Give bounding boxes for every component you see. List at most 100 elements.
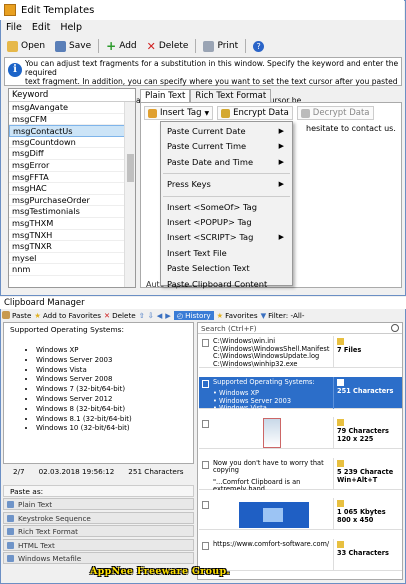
toolbar-separator	[245, 39, 247, 53]
tab-rich-text-format[interactable]: Rich Text Format	[190, 89, 272, 102]
arrow-down-icon: ⇩	[147, 310, 154, 320]
info-icon: i	[8, 63, 22, 77]
history-item-info-text: 120 x 225	[337, 435, 374, 443]
paste-format-option[interactable]: HTML Text	[3, 538, 194, 551]
keyword-row[interactable]: msgTestimonials	[9, 206, 125, 218]
keyword-row[interactable]: msgTNXH	[9, 230, 125, 242]
menu-item-label: Paste Selection Text	[167, 263, 250, 274]
favorites-button[interactable]: ★ Favorites	[217, 311, 258, 320]
main-toolbar: Open Save + Add ✕ Delete Print ?	[0, 36, 404, 56]
history-item-info: 1 065 Kbytes 800 x 450	[333, 498, 402, 530]
encrypt-data-button[interactable]: Encrypt Data	[217, 106, 293, 120]
search-input[interactable]: Search (Ctrl+F)	[198, 323, 402, 334]
editor-toolbar: Insert Tag ▼ Encrypt Data Decrypt Data	[144, 106, 374, 120]
search-icon	[391, 324, 399, 332]
context-menu-item[interactable]: Insert Text File	[161, 246, 292, 261]
nav-forward-button[interactable]: ▶	[165, 311, 171, 320]
keyword-list[interactable]: Keyword msgAvangate msgCFM msgContactUs msg…	[8, 88, 136, 288]
unlock-icon	[300, 108, 310, 118]
context-menu-item[interactable]: Insert <SCRIPT> Tag ▶	[161, 230, 292, 245]
history-item-info: 5 239 Characte Win+Alt+T	[333, 457, 402, 490]
keyword-row[interactable]: msgTNXR	[9, 241, 125, 253]
keyword-scrollbar[interactable]	[124, 102, 135, 287]
keyword-row[interactable]: msgHAC	[9, 183, 125, 195]
menu-file[interactable]: File	[6, 22, 22, 33]
help-button[interactable]: ?	[250, 40, 267, 52]
print-button[interactable]: Print	[200, 40, 241, 52]
history-item-info-text: 1 065 Kbytes	[337, 508, 386, 516]
keyword-column-header[interactable]: Keyword	[9, 89, 135, 102]
history-item-info-text: 251 Characters	[337, 386, 394, 395]
format-icon	[7, 541, 14, 549]
paste-format-option[interactable]: Rich Text Format	[3, 525, 194, 537]
move-down-button[interactable]: ⇩	[148, 311, 154, 320]
keyword-row[interactable]: msgCFM	[9, 114, 125, 126]
history-item-info: 7 Files	[333, 336, 402, 368]
keyword-row[interactable]: msgFFTA	[9, 172, 125, 184]
menu-item-label: Paste Date and Time	[167, 156, 254, 167]
window-title: Edit Templates	[21, 4, 95, 16]
printer-icon	[203, 40, 215, 52]
keyword-row[interactable]: nnm	[9, 264, 125, 276]
keyword-row[interactable]: mysel	[9, 253, 125, 265]
paste-as-label: Paste as:	[3, 485, 194, 497]
scrollbar-thumb[interactable]	[127, 154, 134, 182]
preview-list-item: Windows 8.1 (32-bit/64-bit)	[36, 415, 187, 425]
history-button[interactable]: ◴ History	[173, 310, 214, 320]
filter-icon: ▼	[260, 310, 267, 320]
history-item[interactable]: Now you don't have to worry that copying…	[199, 457, 402, 490]
context-menu-item[interactable]: Paste Current Time ▶	[161, 139, 292, 154]
save-button[interactable]: Save	[52, 40, 94, 52]
keyword-row[interactable]: msgDiff	[9, 148, 125, 160]
history-item-preview: Supported Operating Systems: • Windows XP…	[199, 377, 332, 409]
open-button[interactable]: Open	[4, 40, 48, 52]
keyword-row[interactable]: msgTHXM	[9, 218, 125, 230]
watermark-text: AppNee Freeware Group.	[90, 566, 231, 577]
decrypt-data-button[interactable]: Decrypt Data	[296, 106, 374, 120]
toolbar-separator	[98, 39, 100, 53]
paste-button[interactable]: Paste	[2, 311, 31, 320]
nav-back-button[interactable]: ◀	[157, 311, 163, 320]
keyword-row[interactable]: msgCountdown	[9, 137, 125, 149]
delete-icon: ✕	[146, 39, 156, 53]
help-icon: ?	[253, 40, 265, 52]
context-menu-item[interactable]: Paste Selection Text	[161, 261, 292, 276]
keyword-row[interactable]: msgAvangate	[9, 102, 125, 114]
format-label: Keystroke Sequence	[18, 513, 91, 523]
move-up-button[interactable]: ⇧	[139, 311, 145, 320]
preview-list-item: Windows Vista	[36, 366, 187, 376]
history-item[interactable]: Supported Operating Systems: • Windows XP…	[199, 376, 402, 409]
context-menu-item[interactable]: Paste Date and Time ▶	[161, 155, 292, 170]
paste-format-option[interactable]: Plain Text	[3, 498, 194, 510]
history-item[interactable]: 1 065 Kbytes 800 x 450	[199, 498, 402, 530]
delete-button[interactable]: ✕ Delete	[144, 40, 192, 53]
context-menu-item[interactable]: Insert <POPUP> Tag	[161, 215, 292, 230]
clip-char-count: 251 Characters	[128, 467, 184, 476]
info-text-line: You can adjust text fragments for a subs…	[25, 59, 399, 78]
history-item-info: 33 Characters	[333, 538, 402, 571]
add-to-favorites-button[interactable]: ★ Add to Favorites	[34, 311, 101, 320]
history-item-preview: Now you don't have to worry that copying…	[199, 458, 332, 490]
menu-edit[interactable]: Edit	[32, 22, 50, 33]
insert-tag-button[interactable]: Insert Tag ▼	[144, 106, 214, 120]
menu-help[interactable]: Help	[60, 22, 82, 33]
paste-format-option[interactable]: Windows Metafile	[3, 552, 194, 564]
history-item-preview	[199, 498, 332, 530]
delete-button-clipboard[interactable]: ✕ Delete	[104, 311, 136, 320]
keyword-row[interactable]: msgPurchaseOrder	[9, 195, 125, 207]
preview-list-item: Windows 8 (32-bit/64-bit)	[36, 405, 187, 415]
tab-plain-text[interactable]: Plain Text	[140, 89, 191, 102]
keyword-row[interactable]: msgContactUs	[9, 125, 125, 137]
context-menu-item[interactable]: Paste Current Date ▶	[161, 124, 292, 139]
context-menu-item[interactable]: Paste Clipboard Content	[161, 277, 292, 292]
context-menu-item[interactable]: Insert <SomeOf> Tag	[161, 200, 292, 215]
submenu-arrow-icon: ▶	[278, 233, 284, 242]
context-menu-item[interactable]: Press Keys ▶	[161, 177, 292, 192]
keyword-row[interactable]: msgError	[9, 160, 125, 172]
filter-button[interactable]: ▼ Filter: -All-	[261, 311, 305, 320]
history-item[interactable]: 79 Characters 120 x 225	[199, 417, 402, 449]
star-icon: ★	[34, 310, 41, 320]
history-item[interactable]: C:\Windows\win.ini C:\Windows\WindowsShel…	[199, 336, 402, 368]
add-button[interactable]: + Add	[103, 39, 140, 53]
paste-format-option[interactable]: Keystroke Sequence	[3, 511, 194, 524]
